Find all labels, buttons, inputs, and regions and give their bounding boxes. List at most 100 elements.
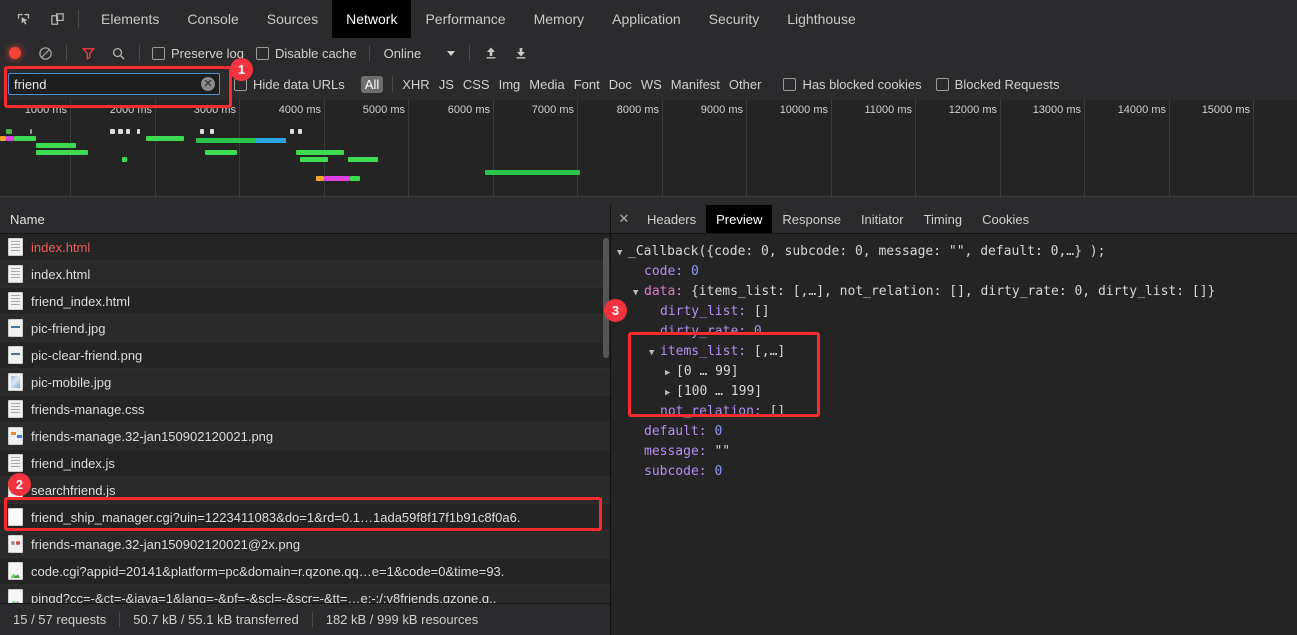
preview-json-line[interactable]: message: "" [617,442,1297,462]
clear-icon[interactable] [30,39,60,67]
tab-application[interactable]: Application [598,0,695,38]
hide-data-urls-checkbox[interactable]: Hide data URLs [234,77,345,92]
detail-tab-response[interactable]: Response [772,205,851,233]
table-row[interactable]: friend_index.js [0,450,610,477]
image-photo-icon [8,562,23,580]
throttling-select[interactable]: Online [376,46,464,61]
export-har-icon[interactable] [506,39,536,67]
overview-tick-label: 2000 ms [109,104,152,116]
filter-type-xhr[interactable]: XHR [402,77,429,92]
overview-request-bar [30,129,32,134]
tab-network[interactable]: Network [332,0,412,38]
overview-request-bar [298,129,302,134]
filter-type-media[interactable]: Media [529,77,564,92]
filter-input-wrap[interactable]: ✕ [8,73,220,95]
table-row[interactable]: index.html [0,261,610,288]
overview-request-bar [122,157,127,162]
preview-json-line[interactable]: dirty_rate: 0 [617,322,1297,342]
expanded-triangle-icon[interactable]: ▼ [633,283,644,303]
preview-json-line[interactable]: code: 0 [617,262,1297,282]
tab-performance[interactable]: Performance [411,0,519,38]
table-row[interactable]: searchfriend.js [0,477,610,504]
filter-type-other[interactable]: Other [729,77,762,92]
record-button-icon[interactable] [0,39,30,67]
preview-json-value: 0 [714,424,723,439]
filter-type-manifest[interactable]: Manifest [671,77,720,92]
stylesheet-icon [8,400,23,418]
detail-tab-headers[interactable]: Headers [637,205,706,233]
table-row[interactable]: index.html [0,234,610,261]
table-row[interactable]: code.cgi?appid=20141&platform=pc&domain=… [0,558,610,585]
has-blocked-cookies-checkbox[interactable]: Has blocked cookies [783,77,922,92]
table-row[interactable]: friend_index.html [0,288,610,315]
preview-json-line[interactable]: default: 0 [617,422,1297,442]
table-row[interactable]: pingd?cc=-&ct=-&java=1&lang=-&pf=-&scl=-… [0,585,610,603]
table-row[interactable]: pic-friend.jpg [0,315,610,342]
preview-json-line[interactable]: ▶ [100 … 199] [617,382,1297,402]
close-icon[interactable]: ✕ [611,211,637,227]
table-row[interactable]: pic-mobile.jpg [0,369,610,396]
preview-json-line[interactable]: ▼ data: {items_list: [,…], not_relation: … [617,282,1297,302]
overview-request-bar [324,176,350,181]
filter-type-js[interactable]: JS [439,77,454,92]
preview-json-tree[interactable]: ▼ _Callback({code: 0, subcode: 0, message… [611,234,1297,635]
tab-security[interactable]: Security [695,0,774,38]
filter-type-all[interactable]: All [360,75,384,93]
disable-cache-checkbox[interactable]: Disable cache [255,46,357,61]
tab-memory[interactable]: Memory [520,0,599,38]
clear-input-icon[interactable]: ✕ [201,77,215,91]
device-toggle-icon[interactable] [44,6,70,32]
tab-lighthouse[interactable]: Lighthouse [773,0,870,38]
import-har-icon[interactable] [476,39,506,67]
expanded-triangle-icon[interactable]: ▼ [617,243,628,263]
filter-input[interactable] [9,74,186,94]
overview-gridline [746,100,747,205]
preview-json-key: code: [644,264,691,279]
tab-console[interactable]: Console [173,0,252,38]
detail-tab-initiator[interactable]: Initiator [851,205,914,233]
preview-json-line[interactable]: not_relation: [] [617,402,1297,422]
filter-type-font[interactable]: Font [574,77,600,92]
table-row[interactable]: friends-manage.32-jan150902120021@2x.png [0,531,610,558]
collapsed-triangle-icon[interactable]: ▶ [665,383,676,403]
tab-sources[interactable]: Sources [253,0,332,38]
collapsed-triangle-icon[interactable]: ▶ [665,363,676,383]
filter-type-ws[interactable]: WS [641,77,662,92]
filter-funnel-icon[interactable] [73,39,103,67]
detail-tab-cookies[interactable]: Cookies [972,205,1039,233]
annotation-badge-1: 1 [230,58,253,81]
table-row[interactable]: friend_ship_manager.cgi?uin=1223411083&d… [0,504,610,531]
script-icon [8,454,23,472]
table-row[interactable]: pic-clear-friend.png [0,342,610,369]
detail-tab-preview[interactable]: Preview [706,205,773,233]
request-rows[interactable]: index.html index.html friend_index.html pic… [0,234,610,603]
preview-json-line[interactable]: dirty_list: [] [617,302,1297,322]
filter-type-css[interactable]: CSS [463,77,490,92]
preview-json-line[interactable]: ▼ items_list: [,…] [617,342,1297,362]
preview-json-line[interactable]: ▼ _Callback({code: 0, subcode: 0, message… [617,242,1297,262]
overview-request-bar [36,150,88,155]
preview-json-line[interactable]: subcode: 0 [617,462,1297,482]
detail-tab-timing[interactable]: Timing [914,205,973,233]
tab-elements[interactable]: Elements [87,0,173,38]
inspect-cursor-icon[interactable] [10,6,36,32]
search-icon[interactable] [103,39,133,67]
devtools-tabbar: Elements Console Sources Network Perform… [0,0,1297,39]
expanded-triangle-icon[interactable]: ▼ [649,343,660,363]
list-scrollbar-thumb[interactable] [603,238,609,358]
request-name: friend_ship_manager.cgi?uin=1223411083&d… [31,509,521,525]
filter-type-img[interactable]: Img [499,77,521,92]
network-overview[interactable]: 1000 ms 2000 ms 3000 ms 4000 ms 5000 ms 6000 … [0,100,1297,206]
preview-json-line[interactable]: ▶ [0 … 99] [617,362,1297,382]
table-row[interactable]: friends-manage.32-jan150902120021.png [0,423,610,450]
overview-request-bar [200,129,204,134]
request-name: pic-mobile.jpg [31,374,112,390]
table-row[interactable]: friends-manage.css [0,396,610,423]
preview-json-key: not_relation: [660,404,770,419]
overview-request-bar [14,136,36,141]
filter-type-doc[interactable]: Doc [609,77,632,92]
request-name: friends-manage.css [31,401,145,417]
preserve-log-checkbox[interactable]: Preserve log [152,46,244,61]
blocked-requests-checkbox[interactable]: Blocked Requests [935,77,1059,92]
toolbar-divider-1 [66,45,67,61]
